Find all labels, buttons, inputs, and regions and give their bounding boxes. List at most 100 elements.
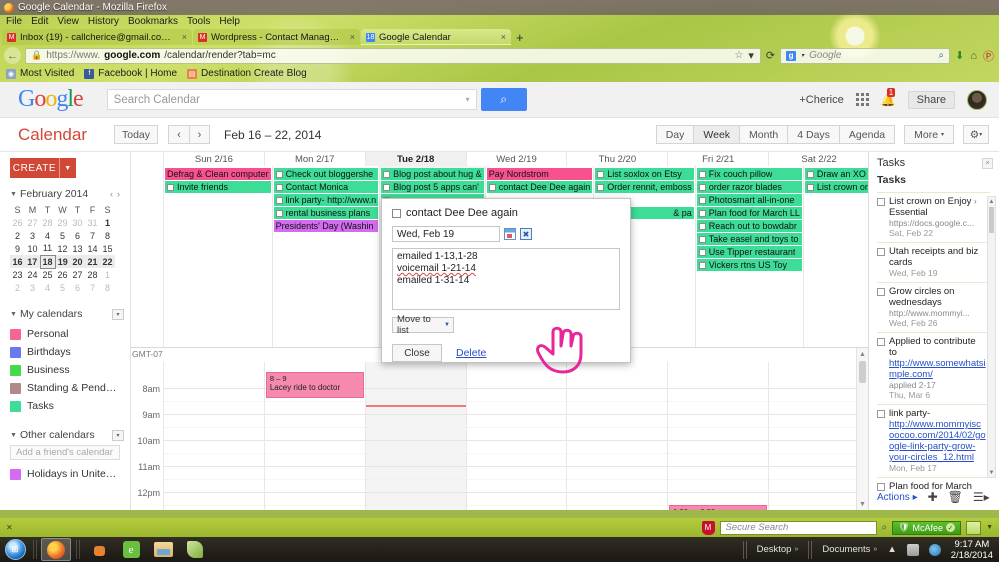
scroll-up-icon[interactable]: ▲: [988, 197, 995, 206]
mini-day-today[interactable]: 18: [39, 254, 56, 269]
all-day-event[interactable]: order razor blades: [696, 181, 802, 193]
mini-day[interactable]: 28: [40, 216, 55, 229]
chevron-down-icon[interactable]: ▾: [112, 429, 124, 441]
mini-day[interactable]: 27: [25, 216, 40, 229]
taskbar-onenote[interactable]: [180, 538, 210, 561]
mini-day[interactable]: 9: [10, 242, 25, 255]
list-item[interactable]: Utah receipts and biz cards Wed, Feb 19: [877, 242, 990, 282]
checkbox-icon[interactable]: [877, 410, 885, 418]
tab-month[interactable]: Month: [740, 125, 789, 144]
task-notes-textarea[interactable]: emailed 1-13,1-28 voicemail 1-21-14 emai…: [392, 248, 620, 310]
day-header-tue[interactable]: Tue 2/18: [364, 152, 466, 166]
all-day-event[interactable]: rental business plans: [273, 207, 379, 219]
share-button[interactable]: Share: [907, 90, 955, 109]
mini-day[interactable]: 30: [70, 216, 85, 229]
tasks-scrollbar[interactable]: ▲ ▼: [987, 196, 996, 478]
all-day-event[interactable]: Invite friends: [165, 181, 271, 193]
all-day-column-mon[interactable]: Check out bloggershe Contact Monica link…: [271, 166, 380, 347]
mini-day[interactable]: 25: [40, 268, 55, 281]
next-week-button[interactable]: ›: [189, 125, 210, 144]
list-item[interactable]: Grow circles on wednesdays http://www.mo…: [877, 282, 990, 332]
google-logo[interactable]: Google: [18, 86, 84, 113]
chevron-down-icon[interactable]: ▾: [466, 95, 470, 104]
checkbox-icon[interactable]: [877, 198, 885, 206]
chevron-down-icon[interactable]: ▼: [60, 165, 76, 172]
checkbox-icon[interactable]: [698, 209, 706, 217]
close-icon[interactable]: ×: [982, 157, 993, 169]
settings-button[interactable]: ⚙ ▾: [963, 125, 989, 144]
task-link[interactable]: http://www.somewhatsimple.com/: [889, 358, 986, 380]
scrollbar-thumb[interactable]: [859, 361, 866, 383]
taskbar-handle[interactable]: [808, 540, 813, 559]
all-day-event[interactable]: Check out bloggershe: [273, 168, 379, 180]
close-icon[interactable]: ×: [182, 32, 187, 42]
all-day-event[interactable]: List soxlox on Etsy: [595, 168, 694, 180]
checkbox-icon[interactable]: [698, 170, 706, 178]
chevron-down-icon[interactable]: ▾: [747, 49, 755, 62]
mini-day[interactable]: 31: [85, 216, 100, 229]
checkbox-icon[interactable]: [275, 196, 283, 204]
taskbar-headphones[interactable]: [84, 538, 114, 561]
chevron-right-icon[interactable]: ›: [974, 197, 977, 206]
menu-history[interactable]: History: [88, 16, 119, 27]
all-day-event-holiday[interactable]: Presidents' Day (Washin: [273, 220, 379, 232]
trash-icon[interactable]: 🗑: [948, 490, 963, 504]
list-item[interactable]: Applied to contribute to http://www.some…: [877, 332, 990, 404]
checkbox-icon[interactable]: [275, 183, 283, 191]
toolbar-documents[interactable]: Documents»: [822, 544, 877, 555]
mini-day[interactable]: 26: [10, 216, 25, 229]
time-column-tue[interactable]: [364, 362, 466, 510]
mcafee-file-icon[interactable]: [966, 520, 982, 535]
all-day-event[interactable]: Plan food for March LL: [696, 207, 802, 219]
notifications-icon[interactable]: 🔔 1: [881, 87, 896, 107]
network-icon[interactable]: [928, 543, 941, 556]
secure-search-input[interactable]: Secure Search: [719, 520, 877, 535]
menu-help[interactable]: Help: [219, 16, 240, 27]
mini-day[interactable]: 24: [25, 268, 40, 281]
plus-icon[interactable]: ✚: [928, 490, 938, 504]
mini-day[interactable]: 3: [25, 281, 40, 294]
more-button[interactable]: More ▾: [904, 125, 954, 144]
mini-day[interactable]: 21: [85, 255, 100, 268]
grid-scrollbar[interactable]: ▲ ▼: [856, 348, 868, 510]
mini-day[interactable]: 7: [85, 281, 100, 294]
mini-day[interactable]: 4: [40, 281, 55, 294]
mini-day[interactable]: 29: [55, 216, 70, 229]
switch-list-icon[interactable]: ☰▸: [973, 490, 990, 504]
reload-icon[interactable]: ⟳: [765, 49, 776, 62]
mini-day[interactable]: 14: [85, 242, 100, 255]
mini-day[interactable]: 11: [40, 242, 55, 255]
toolbar-desktop[interactable]: Desktop»: [757, 544, 799, 555]
checkbox-icon[interactable]: [275, 170, 283, 178]
tab-wordpress[interactable]: M Wordpress - Contact Manager - callc...…: [193, 29, 360, 45]
checkbox-icon[interactable]: [167, 183, 174, 191]
mini-day[interactable]: 13: [70, 242, 85, 255]
calendar-picker-icon[interactable]: [504, 228, 516, 240]
add-friend-calendar-input[interactable]: Add a friend's calendar: [10, 445, 120, 460]
checkbox-icon[interactable]: [806, 170, 814, 178]
checkbox-icon[interactable]: [698, 196, 706, 204]
list-item[interactable]: link party- http://www.mommyiscoocoo.com…: [877, 404, 990, 477]
clear-date-icon[interactable]: ✖: [520, 228, 532, 240]
checkbox-icon[interactable]: [597, 170, 605, 178]
taskbar-firefox[interactable]: [41, 538, 71, 561]
calendar-item-business[interactable]: Business: [10, 361, 122, 379]
magnifier-icon[interactable]: ⌕: [882, 522, 888, 533]
chevron-down-icon[interactable]: ▾: [112, 308, 124, 320]
close-icon[interactable]: ×: [501, 32, 506, 42]
chevron-down-icon[interactable]: ▾: [800, 52, 805, 59]
star-icon[interactable]: ☆: [734, 50, 743, 61]
mini-day[interactable]: 2: [10, 281, 25, 294]
checkbox-icon[interactable]: [877, 288, 885, 296]
tray-icon[interactable]: [906, 543, 919, 556]
mini-day[interactable]: 7: [85, 229, 100, 242]
mini-day[interactable]: 6: [70, 281, 85, 294]
bookmark-facebook[interactable]: f Facebook | Home: [84, 68, 177, 79]
mini-day[interactable]: 12: [55, 242, 70, 255]
mini-day[interactable]: 27: [70, 268, 85, 281]
show-hidden-icons-icon[interactable]: ▲: [887, 544, 896, 555]
mini-day[interactable]: 16: [10, 255, 25, 268]
all-day-event[interactable]: Take easel and toys to: [696, 233, 802, 245]
mini-day[interactable]: 23: [10, 268, 25, 281]
mini-day[interactable]: 20: [70, 255, 85, 268]
